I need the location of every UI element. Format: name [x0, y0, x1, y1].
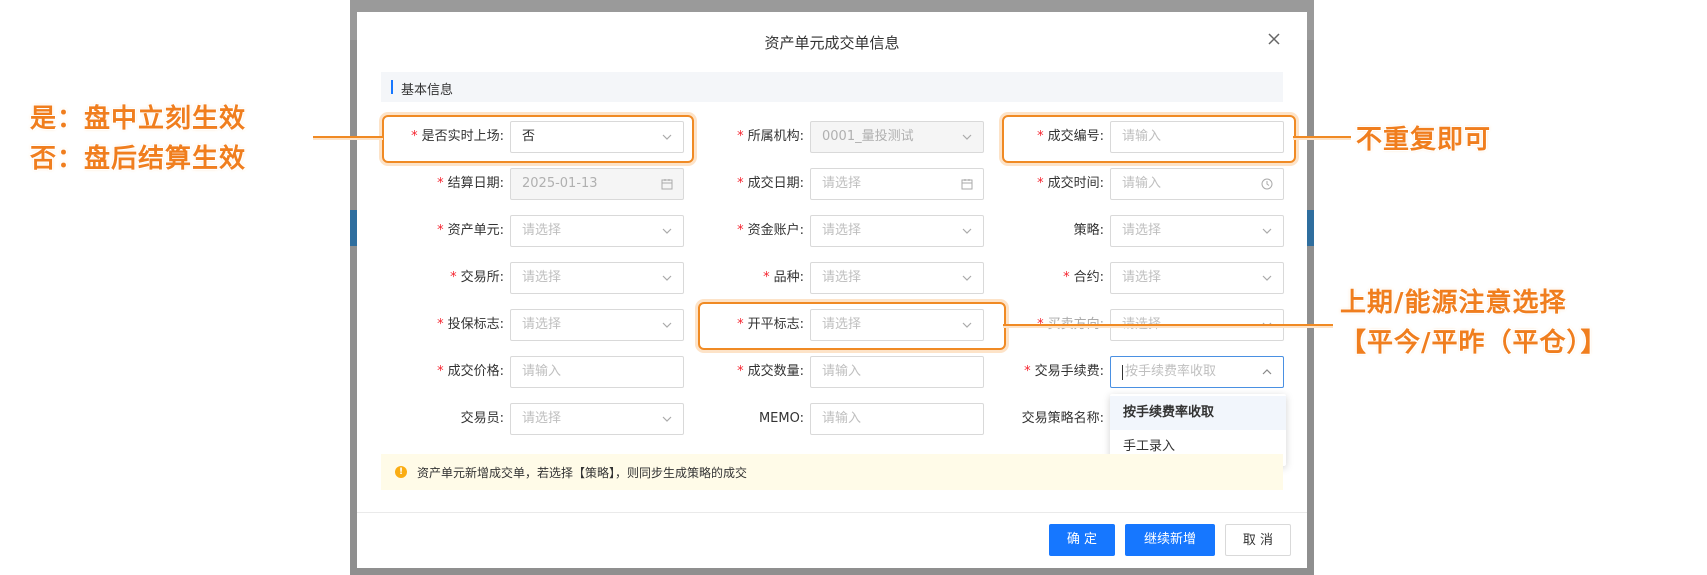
section-title: 基本信息	[401, 83, 454, 98]
label-price: * 成交价格:	[437, 364, 504, 379]
chevron-down-icon	[961, 131, 973, 143]
fund-account-select[interactable]: 请选择	[810, 215, 984, 247]
label-variety: * 品种:	[763, 270, 804, 285]
chevron-down-icon	[661, 413, 673, 425]
variety-select[interactable]: 请选择	[810, 262, 984, 294]
label-contract: * 合约:	[1063, 270, 1104, 285]
confirm-button[interactable]: 确 定	[1049, 524, 1115, 556]
strategy-select[interactable]: 请选择	[1110, 215, 1284, 247]
chevron-up-icon	[1261, 366, 1273, 378]
contract-select[interactable]: 请选择	[1110, 262, 1284, 294]
label-settle-date: * 结算日期:	[437, 176, 504, 191]
label-strategy: 策略:	[1073, 223, 1104, 238]
warning-icon: !	[395, 466, 407, 478]
label-strategy-name: 交易策略名称:	[1021, 411, 1104, 426]
label-hedge-flag: * 投保标志:	[437, 317, 504, 332]
text-caret	[1122, 365, 1123, 380]
calendar-icon	[961, 178, 973, 190]
highlight-is-live	[382, 115, 694, 163]
annotation-connector	[1293, 136, 1351, 138]
clock-icon	[1261, 178, 1273, 190]
label-trade-date: * 成交日期:	[737, 176, 804, 191]
label-trade-time: * 成交时间:	[1037, 176, 1104, 191]
chevron-down-icon	[661, 272, 673, 284]
price-input[interactable]: 请输入	[510, 356, 684, 388]
label-trader: 交易员:	[460, 411, 504, 426]
label-quantity: * 成交数量:	[737, 364, 804, 379]
continue-add-button[interactable]: 继续新增	[1125, 524, 1215, 556]
asset-unit-select[interactable]: 请选择	[510, 215, 684, 247]
label-fund-account: * 资金账户:	[737, 223, 804, 238]
chevron-down-icon	[961, 272, 973, 284]
label-asset-unit: * 资产单元:	[437, 223, 504, 238]
section-basic-info: 基本信息	[381, 72, 1283, 102]
annotation-left-line1: 是：盘中立刻生效	[30, 104, 247, 134]
calendar-icon	[661, 178, 673, 190]
quantity-input[interactable]: 请输入	[810, 356, 984, 388]
trade-time-picker[interactable]: 请输入	[1110, 168, 1284, 200]
chevron-down-icon	[661, 225, 673, 237]
annotation-left-line2: 否：盘后结算生效	[30, 144, 247, 174]
label-memo: MEMO:	[758, 411, 804, 426]
close-icon[interactable]	[1265, 30, 1283, 48]
org-select: 0001_量投测试	[810, 121, 984, 153]
label-org: * 所属机构:	[737, 129, 804, 144]
dropdown-option[interactable]: 按手续费率收取	[1110, 396, 1286, 430]
chevron-down-icon	[661, 319, 673, 331]
annotation-connector	[1003, 324, 1333, 326]
label-exchange: * 交易所:	[450, 270, 504, 285]
tip-text: 资产单元新增成交单，若选择【策略】，则同步生成策略的成交	[417, 466, 748, 480]
label-fee: * 交易手续费:	[1024, 364, 1104, 379]
memo-input[interactable]: 请输入	[810, 403, 984, 435]
chevron-down-icon	[961, 225, 973, 237]
annotation-right-mid-line1: 上期/能源注意选择	[1340, 288, 1567, 318]
modal-title: 资产单元成交单信息	[764, 34, 900, 52]
footer-divider	[357, 512, 1307, 513]
trader-select[interactable]: 请选择	[510, 403, 684, 435]
annotation-right-top: 不重复即可	[1356, 125, 1492, 155]
chevron-down-icon	[1261, 225, 1273, 237]
section-accent-bar	[391, 80, 393, 94]
annotation-connector	[313, 136, 383, 138]
settle-date-picker: 2025-01-13	[510, 168, 684, 200]
cancel-button[interactable]: 取 消	[1225, 524, 1291, 556]
info-tip: ! 资产单元新增成交单，若选择【策略】，则同步生成策略的成交	[381, 454, 1283, 490]
background-table-header-right	[1307, 210, 1314, 246]
hedge-flag-select[interactable]: 请选择	[510, 309, 684, 341]
highlight-offset-flag	[698, 302, 1006, 350]
exchange-select[interactable]: 请选择	[510, 262, 684, 294]
trade-date-picker[interactable]: 请选择	[810, 168, 984, 200]
chevron-down-icon	[1261, 272, 1273, 284]
highlight-trade-no	[1002, 115, 1296, 163]
annotation-right-mid-line2: 【平今/平昨（平仓）】	[1340, 328, 1608, 358]
fee-select[interactable]: 按手续费率收取	[1110, 356, 1284, 388]
